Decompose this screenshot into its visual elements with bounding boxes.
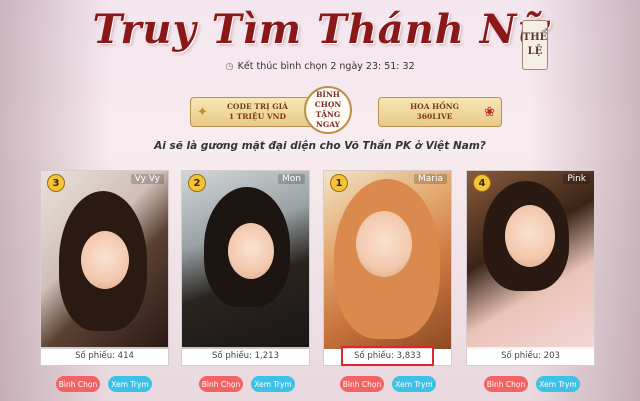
vote-count: Số phiếu: 1,213 — [182, 347, 309, 365]
rose-promo-line1: HOA HỒNG — [410, 102, 460, 111]
vote-button[interactable]: Bình Chọn — [199, 376, 243, 392]
face-shape — [505, 205, 555, 267]
card-actions-3: Bình Chọn Xem Trym — [336, 376, 446, 392]
vote-button[interactable]: Bình Chọn — [56, 376, 100, 392]
contestant-photo[interactable]: Maria — [324, 171, 451, 349]
view-button[interactable]: Xem Trym — [536, 376, 580, 392]
rose-promo-button[interactable]: HOA HỒNG 360LIVE ❀ — [378, 97, 502, 127]
card-actions-1: Bình Chọn Xem Trym — [52, 376, 162, 392]
timer-text: Kết thúc bình chọn 2 ngày 23: 51: 32 — [237, 61, 415, 72]
contestant-photo[interactable]: Vy Vy — [41, 171, 168, 349]
face-shape — [228, 223, 274, 279]
question-heading: Ai sẽ là gương mặt đại diện cho Võ Thần … — [154, 140, 486, 152]
contestant-card-3: Maria 1 Số phiếu: 3,833 — [323, 170, 452, 366]
vote-button[interactable]: Bình Chọn — [484, 376, 528, 392]
medal-icon: 1 — [330, 174, 348, 192]
rose-icon: ❀ — [484, 104, 495, 120]
card-actions-2: Bình Chọn Xem Trym — [195, 376, 305, 392]
vote-button[interactable]: Bình Chọn — [340, 376, 384, 392]
vote-reward-line2: TẶNG NGAY — [315, 110, 341, 129]
contestant-photo[interactable]: Mon — [182, 171, 309, 349]
vote-reward-line1: BÌNH CHỌN — [314, 90, 342, 109]
view-button[interactable]: Xem Trym — [251, 376, 295, 392]
contestant-card-1: Vy Vy 3 Số phiếu: 414 — [40, 170, 169, 366]
face-shape — [81, 231, 129, 289]
contestant-photo[interactable]: Pink — [467, 171, 594, 349]
contestant-name: Maria — [414, 174, 447, 184]
rules-label-line1: THỂ — [522, 32, 548, 43]
view-button[interactable]: Xem Trym — [108, 376, 152, 392]
vote-reward-button[interactable]: BÌNH CHỌN TẶNG NGAY — [304, 86, 352, 134]
medal-icon: 3 — [47, 174, 65, 192]
code-promo-line1: CODE TRỊ GIÁ — [226, 102, 288, 111]
face-shape — [356, 211, 412, 277]
gift-icon: ✦ — [197, 104, 208, 120]
rose-promo-text: HOA HỒNG 360LIVE — [385, 102, 484, 122]
medal-icon: 4 — [473, 174, 491, 192]
card-actions-4: Bình Chọn Xem Trym — [480, 376, 590, 392]
view-button[interactable]: Xem Trym — [392, 376, 436, 392]
medal-icon: 2 — [188, 174, 206, 192]
countdown-timer: ◷ Kết thúc bình chọn 2 ngày 23: 51: 32 — [0, 61, 640, 72]
promo-row: ✦ CODE TRỊ GIÁ 1 TRIỆU VND BÌNH CHỌN TẶN… — [0, 84, 640, 134]
rose-promo-line2: 360LIVE — [416, 112, 453, 121]
clock-icon: ◷ — [225, 61, 234, 72]
contestant-name: Pink — [563, 174, 590, 184]
contestant-name: Vy Vy — [130, 174, 164, 184]
code-promo-line2: 1 TRIỆU VND — [228, 112, 287, 121]
rules-label-line2: LỆ — [527, 46, 543, 57]
contestant-name: Mon — [278, 174, 305, 184]
vote-count: Số phiếu: 203 — [467, 347, 594, 365]
code-promo-text: CODE TRỊ GIÁ 1 TRIỆU VND — [208, 102, 307, 122]
vote-count: Số phiếu: 3,833 — [341, 346, 434, 366]
vote-count: Số phiếu: 414 — [41, 347, 168, 365]
contestant-card-4: Pink 4 Số phiếu: 203 — [466, 170, 595, 366]
contestant-card-2: Mon 2 Số phiếu: 1,213 — [181, 170, 310, 366]
code-promo-button[interactable]: ✦ CODE TRỊ GIÁ 1 TRIỆU VND — [190, 97, 314, 127]
